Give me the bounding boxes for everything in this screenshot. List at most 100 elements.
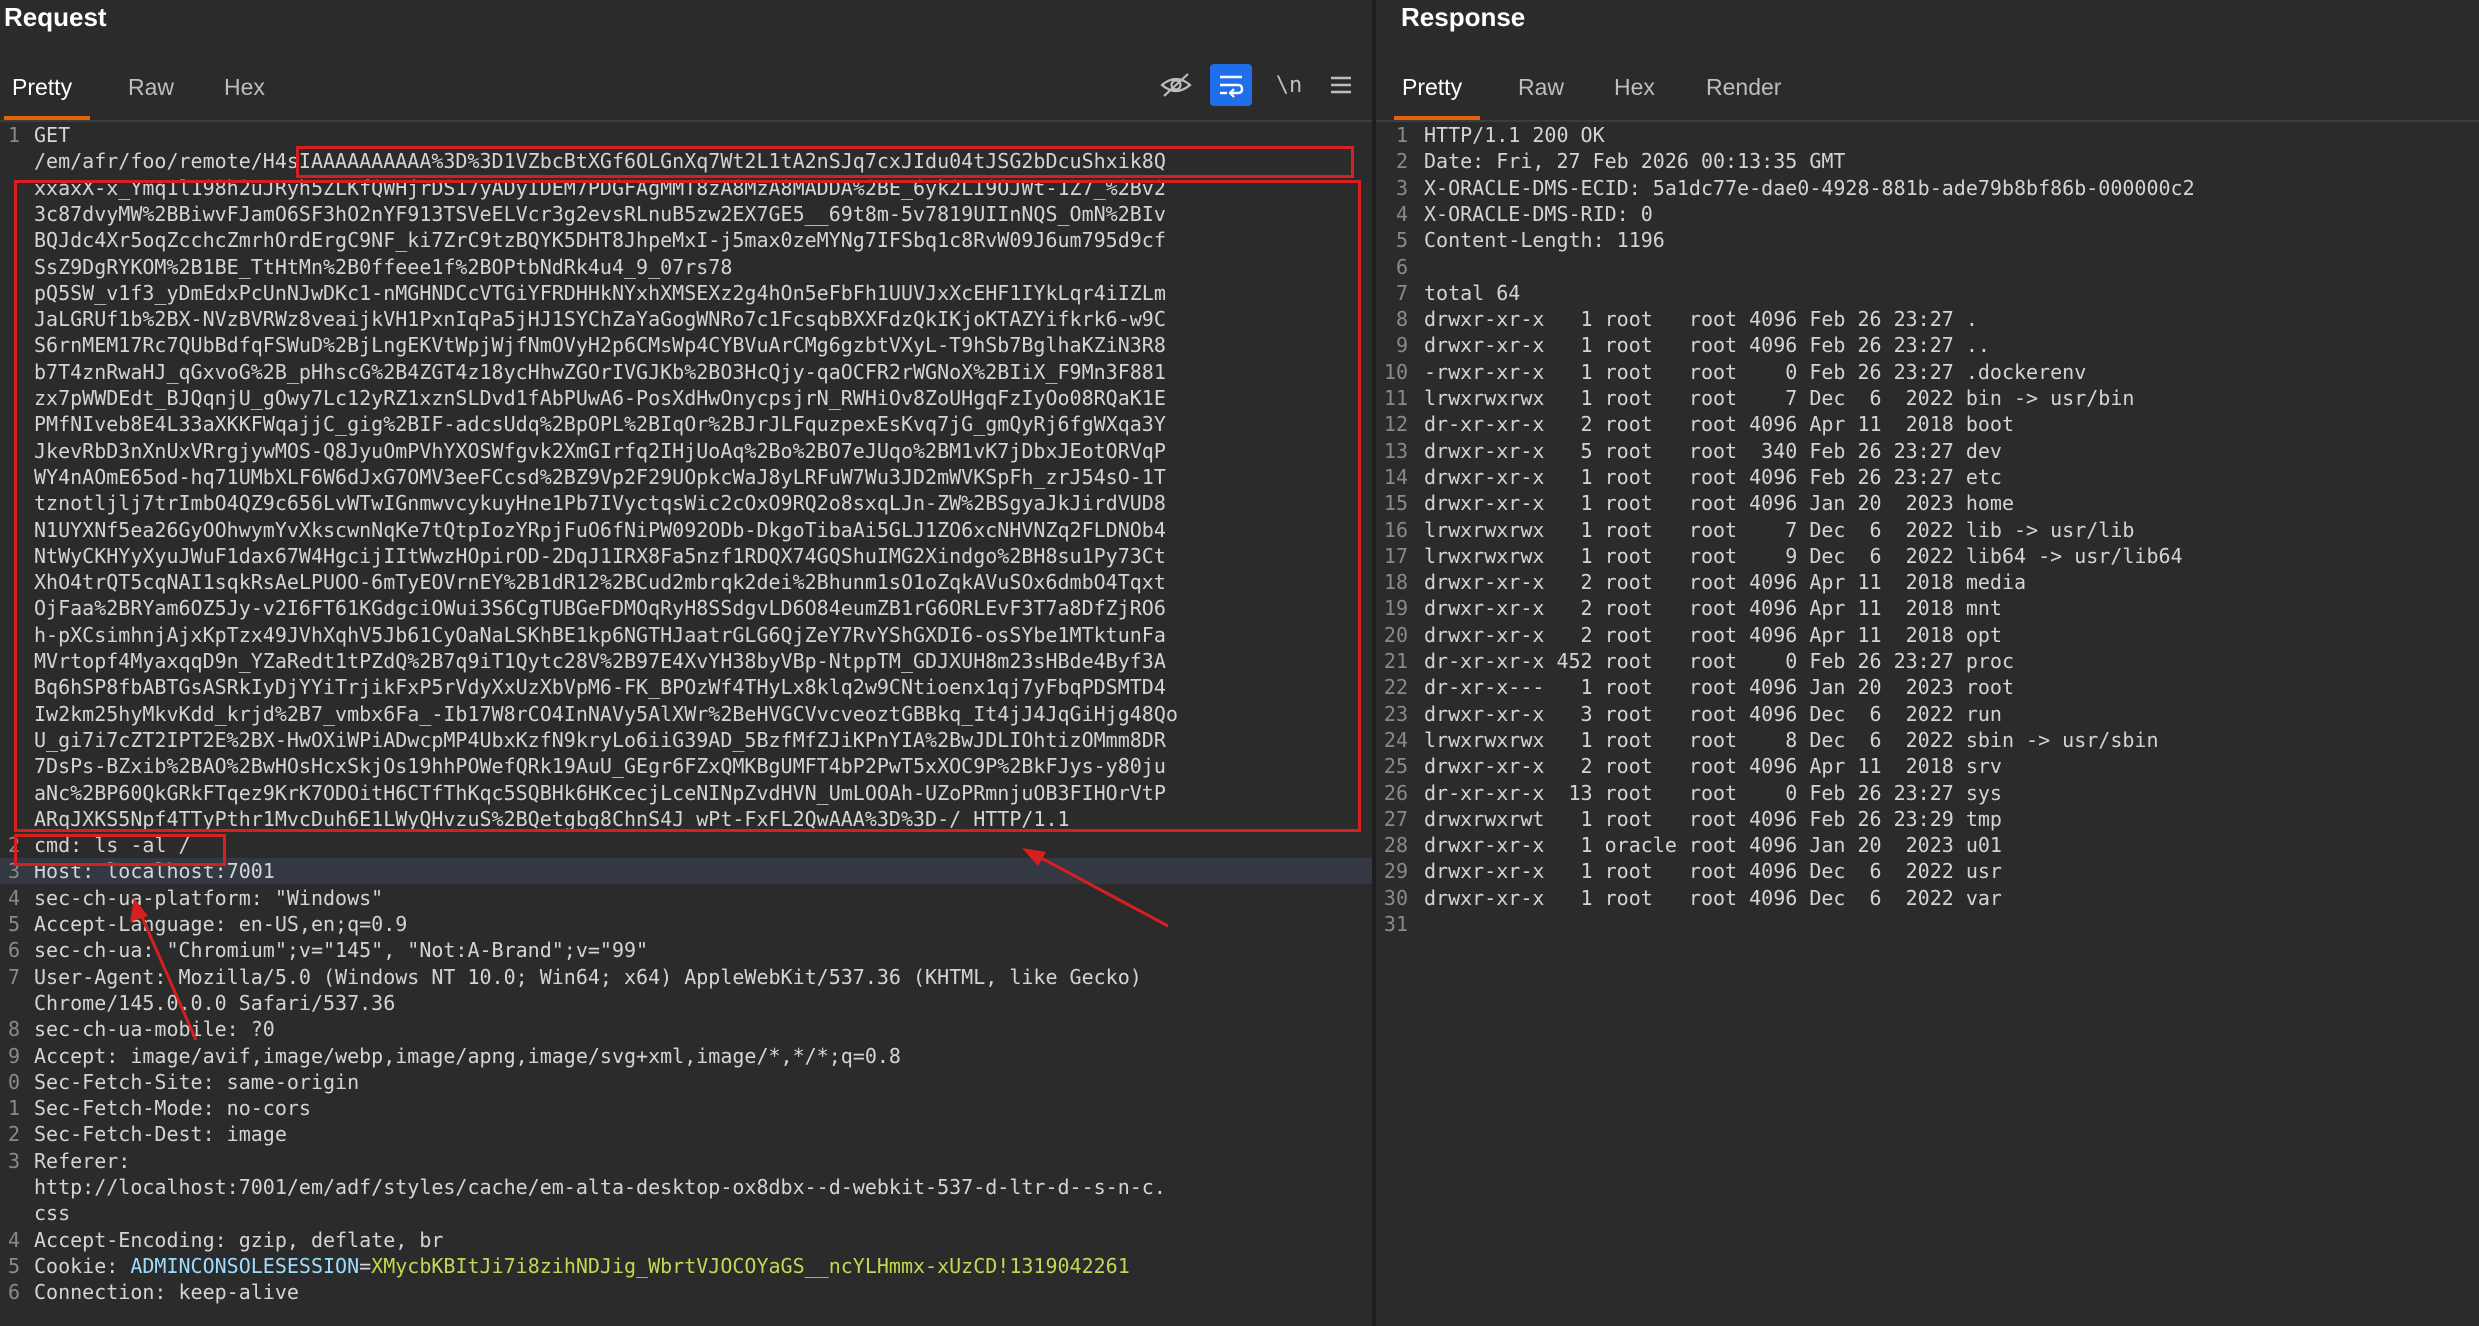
line-text: drwxr-xr-x 2 root root 4096 Apr 11 2018 …: [1424, 596, 2002, 621]
line-text: lrwxrwxrwx 1 root root 8 Dec 6 2022 sbin…: [1424, 727, 2159, 752]
line-number: 24: [1383, 727, 1408, 752]
response-line: 16 lrwxrwxrwx 1 root root 7 Dec 6 2022 li…: [1376, 517, 2479, 543]
line-text: drwxrwxrwt 1 root root 4096 Feb 26 23:29…: [1424, 806, 2002, 831]
line-text: HTTP/1.1 200 OK: [1424, 123, 1605, 147]
arrow-head-right: [1022, 848, 1046, 866]
line-number: 21: [1383, 649, 1408, 673]
line-text: drwxr-xr-x 1 root root 4096 Feb 26 23:27…: [1424, 333, 1990, 358]
line-number: 12: [1383, 412, 1408, 437]
line-text: drwxr-xr-x 2 root root 4096 Apr 11 2018 …: [1424, 622, 2002, 647]
line-number: 10: [1383, 359, 1408, 384]
response-line: 5 Content-Length: 1196: [1376, 227, 2479, 253]
response-tab-hex[interactable]: Hex: [1614, 60, 1655, 118]
line-text: total 64: [1424, 280, 1521, 305]
line-number: 14: [1383, 464, 1408, 489]
response-line: 21 dr-xr-xr-x 452 root root 0 Feb 26 23:2…: [1376, 648, 2479, 674]
response-line: 15 drwxr-xr-x 1 root root 4096 Jan 20 202…: [1376, 490, 2479, 516]
line-number: 5: [1395, 228, 1408, 253]
line-text: lrwxrwxrwx 1 root root 9 Dec 6 2022 lib6…: [1424, 543, 2183, 568]
line-text: X-ORACLE-DMS-ECID: 5a1dc77e-dae0-4928-88…: [1424, 175, 2195, 200]
response-title: Response: [1401, 2, 1526, 32]
response-line: 9 drwxr-xr-x 1 root root 4096 Feb 26 23:2…: [1376, 332, 2479, 358]
response-pane: Response Pretty Raw Hex Render 1 HTTP/1.1…: [1376, 0, 2479, 1326]
response-line: 27 drwxrwxrwt 1 root root 4096 Feb 26 23:…: [1376, 806, 2479, 832]
line-number: 9: [1395, 333, 1408, 358]
response-line: 25 drwxr-xr-x 2 root root 4096 Apr 11 201…: [1376, 753, 2479, 779]
line-number: 29: [1383, 859, 1408, 884]
line-text: drwxr-xr-x 1 root root 4096 Dec 6 2022 u…: [1424, 859, 2002, 884]
line-text: dr-xr-x--- 1 root root 4096 Jan 20 2023 …: [1424, 675, 2015, 700]
line-number: 11: [1383, 386, 1408, 410]
response-line: 31: [1376, 911, 2479, 937]
response-line: 2 Date: Fri, 27 Feb 2026 00:13:35 GMT: [1376, 148, 2479, 174]
line-number: 20: [1383, 622, 1408, 647]
line-text: drwxr-xr-x 1 root root 4096 Feb 26 23:27…: [1424, 464, 2002, 489]
response-line: 10 -rwxr-xr-x 1 root root 0 Feb 26 23:27 …: [1376, 359, 2479, 385]
response-tab-render[interactable]: Render: [1706, 60, 1781, 118]
line-number: 13: [1383, 438, 1408, 463]
line-text: drwxr-xr-x 1 root root 4096 Dec 6 2022 v…: [1424, 885, 2002, 910]
line-number: 8: [1395, 307, 1408, 332]
line-number: 27: [1383, 806, 1408, 831]
arrow-line-left: [136, 907, 198, 1041]
response-editor[interactable]: 1 HTTP/1.1 200 OK 2 Date: Fri, 27 Feb 2026 …: [1376, 122, 2479, 1326]
annotation-arrows: [130, 848, 1169, 1041]
line-text: drwxr-xr-x 5 root root 340 Feb 26 23:27 …: [1424, 438, 2002, 463]
response-line: 6: [1376, 254, 2479, 280]
response-line: 26 dr-xr-xr-x 13 root root 0 Feb 26 23:27…: [1376, 780, 2479, 806]
line-number: 22: [1383, 675, 1408, 700]
response-line: 7 total 64: [1376, 280, 2479, 306]
line-text: dr-xr-xr-x 13 root root 0 Feb 26 23:27 s…: [1424, 780, 2002, 805]
response-line: 3 X-ORACLE-DMS-ECID: 5a1dc77e-dae0-4928-8…: [1376, 175, 2479, 201]
response-line: 18 drwxr-xr-x 2 root root 4096 Apr 11 201…: [1376, 569, 2479, 595]
line-text: Date: Fri, 27 Feb 2026 00:13:35 GMT: [1424, 149, 1846, 174]
response-line: 23 drwxr-xr-x 3 root root 4096 Dec 6 2022…: [1376, 701, 2479, 727]
line-number: 1: [1395, 123, 1408, 147]
line-text: drwxr-xr-x 1 root root 4096 Jan 20 2023 …: [1424, 491, 2015, 516]
response-line: 29 drwxr-xr-x 1 root root 4096 Dec 6 2022…: [1376, 858, 2479, 884]
line-text: drwxr-xr-x 2 root root 4096 Apr 11 2018 …: [1424, 570, 2027, 595]
response-tabbar: Pretty Raw Hex Render: [1376, 60, 2479, 122]
response-line: 28 drwxr-xr-x 1 oracle root 4096 Jan 20 2…: [1376, 832, 2479, 858]
line-number: 23: [1383, 701, 1408, 726]
line-number: 7: [1395, 280, 1408, 305]
response-line: 19 drwxr-xr-x 2 root root 4096 Apr 11 201…: [1376, 595, 2479, 621]
response-line: 4 X-ORACLE-DMS-RID: 0: [1376, 201, 2479, 227]
response-line: 20 drwxr-xr-x 2 root root 4096 Apr 11 201…: [1376, 622, 2479, 648]
line-text: -rwxr-xr-x 1 root root 0 Feb 26 23:27 .d…: [1424, 359, 2087, 384]
response-line: 1 HTTP/1.1 200 OK: [1376, 122, 2479, 148]
line-number: 3: [1395, 175, 1408, 200]
line-number: 30: [1383, 885, 1408, 910]
arrow-head-left: [130, 898, 148, 922]
response-line: 8 drwxr-xr-x 1 root root 4096 Feb 26 23:2…: [1376, 306, 2479, 332]
request-pane: Request Pretty Raw Hex \n 1 GET/em/afr/fo…: [0, 0, 1372, 1326]
arrow-line-right: [1029, 850, 1169, 928]
response-line: 24 lrwxrwxrwx 1 root root 8 Dec 6 2022 sb…: [1376, 727, 2479, 753]
line-number: 6: [1395, 254, 1408, 279]
response-line: 30 drwxr-xr-x 1 root root 4096 Dec 6 2022…: [1376, 885, 2479, 911]
line-text: drwxr-xr-x 2 root root 4096 Apr 11 2018 …: [1424, 754, 2002, 779]
line-number: 4: [1395, 201, 1408, 226]
line-number: 19: [1383, 596, 1408, 621]
response-line: 22 dr-xr-x--- 1 root root 4096 Jan 20 202…: [1376, 674, 2479, 700]
line-text: X-ORACLE-DMS-RID: 0: [1424, 201, 1653, 226]
line-number: 25: [1383, 754, 1408, 779]
response-tab-raw[interactable]: Raw: [1518, 60, 1564, 118]
line-number: 18: [1383, 570, 1408, 595]
response-line: 12 dr-xr-xr-x 2 root root 4096 Apr 11 201…: [1376, 411, 2479, 437]
line-number: 31: [1383, 912, 1408, 936]
line-text: lrwxrwxrwx 1 root root 7 Dec 6 2022 lib …: [1424, 517, 2135, 542]
response-line: 13 drwxr-xr-x 5 root root 340 Feb 26 23:2…: [1376, 438, 2479, 464]
line-number: 26: [1383, 780, 1408, 805]
line-text: drwxr-xr-x 3 root root 4096 Dec 6 2022 r…: [1424, 701, 2002, 726]
line-text: dr-xr-xr-x 452 root root 0 Feb 26 23:27 …: [1424, 649, 2015, 673]
line-number: 2: [1395, 149, 1408, 174]
line-text: lrwxrwxrwx 1 root root 7 Dec 6 2022 bin …: [1424, 386, 2135, 410]
line-text: Content-Length: 1196: [1424, 228, 1665, 253]
line-number: 16: [1383, 517, 1408, 542]
response-tab-pretty[interactable]: Pretty: [1393, 60, 1481, 120]
line-text: drwxr-xr-x 1 root root 4096 Feb 26 23:27…: [1424, 307, 1978, 332]
line-number: 15: [1383, 491, 1408, 516]
response-line: 11 lrwxrwxrwx 1 root root 7 Dec 6 2022 bi…: [1376, 385, 2479, 411]
line-text: dr-xr-xr-x 2 root root 4096 Apr 11 2018 …: [1424, 412, 2015, 437]
